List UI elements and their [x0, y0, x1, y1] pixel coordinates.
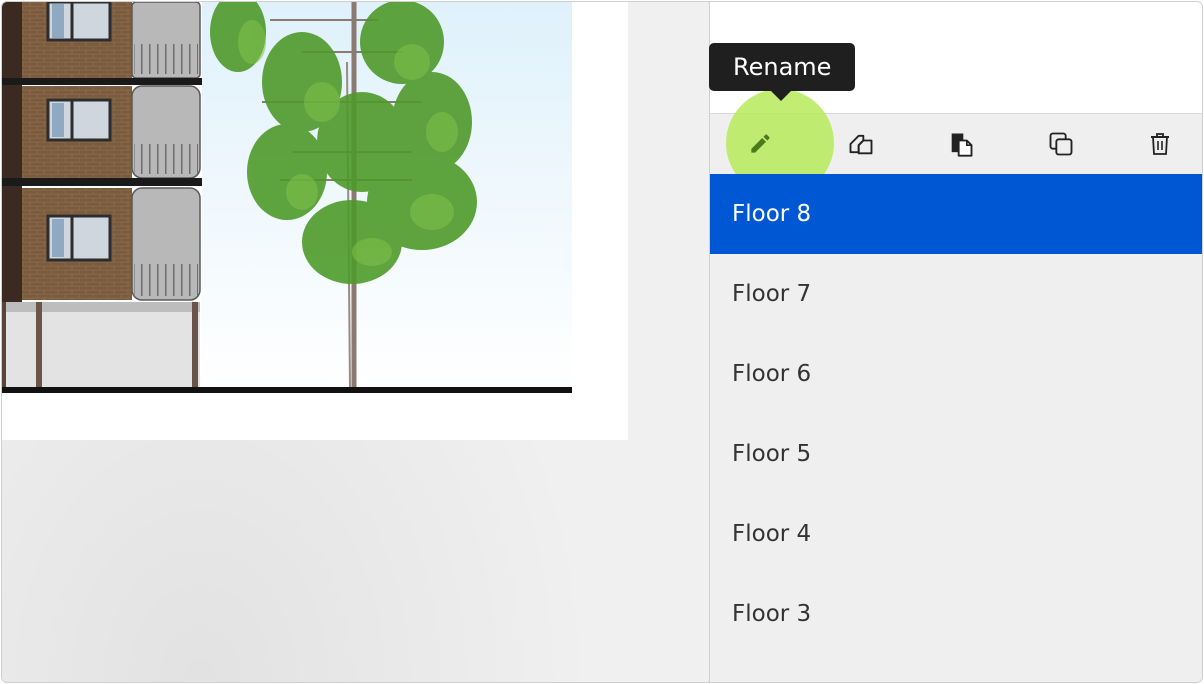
floor-item-3[interactable]: Floor 3	[710, 574, 1202, 654]
duplicate-button[interactable]	[1031, 114, 1091, 174]
drawing-canvas[interactable]	[2, 2, 709, 682]
paste-icon	[951, 133, 973, 157]
building-elevation-image	[2, 2, 572, 393]
floor-label: Floor 5	[732, 441, 812, 467]
floor-label: Floor 4	[732, 521, 812, 547]
floors-panel: Rename Floor 8 Floor 7 Floor 6 Floor 5 F…	[709, 2, 1202, 682]
floor-item-6[interactable]: Floor 6	[710, 334, 1202, 414]
copy-button[interactable]	[831, 114, 891, 174]
tooltip-text: Rename	[733, 53, 832, 81]
duplicate-icon	[1049, 132, 1073, 156]
tooltip-arrow	[771, 91, 791, 101]
floor-item-4[interactable]: Floor 4	[710, 494, 1202, 574]
floor-item-5[interactable]: Floor 5	[710, 414, 1202, 494]
floors-toolbar: Rename	[709, 43, 1202, 197]
paste-button[interactable]	[931, 114, 991, 174]
floor-label: Floor 6	[732, 361, 812, 387]
floor-label: Floor 3	[732, 601, 812, 627]
trash-icon	[1151, 133, 1169, 155]
app-window: Rename Floor 8 Floor 7 Floor 6 Floor 5 F…	[1, 1, 1203, 683]
floor-list: Floor 8 Floor 7 Floor 6 Floor 5 Floor 4 …	[710, 174, 1202, 654]
elevation-drawing	[2, 2, 628, 440]
floor-item-8[interactable]: Floor 8	[710, 174, 1202, 254]
pencil-icon	[751, 134, 770, 153]
rename-button[interactable]: Rename	[709, 43, 856, 197]
delete-button[interactable]	[1130, 114, 1190, 174]
floor-label: Floor 7	[732, 281, 812, 307]
copy-icon	[849, 134, 873, 155]
rename-tooltip: Rename	[709, 43, 856, 91]
floor-item-7[interactable]: Floor 7	[710, 254, 1202, 334]
floor-label: Floor 8	[732, 201, 812, 227]
